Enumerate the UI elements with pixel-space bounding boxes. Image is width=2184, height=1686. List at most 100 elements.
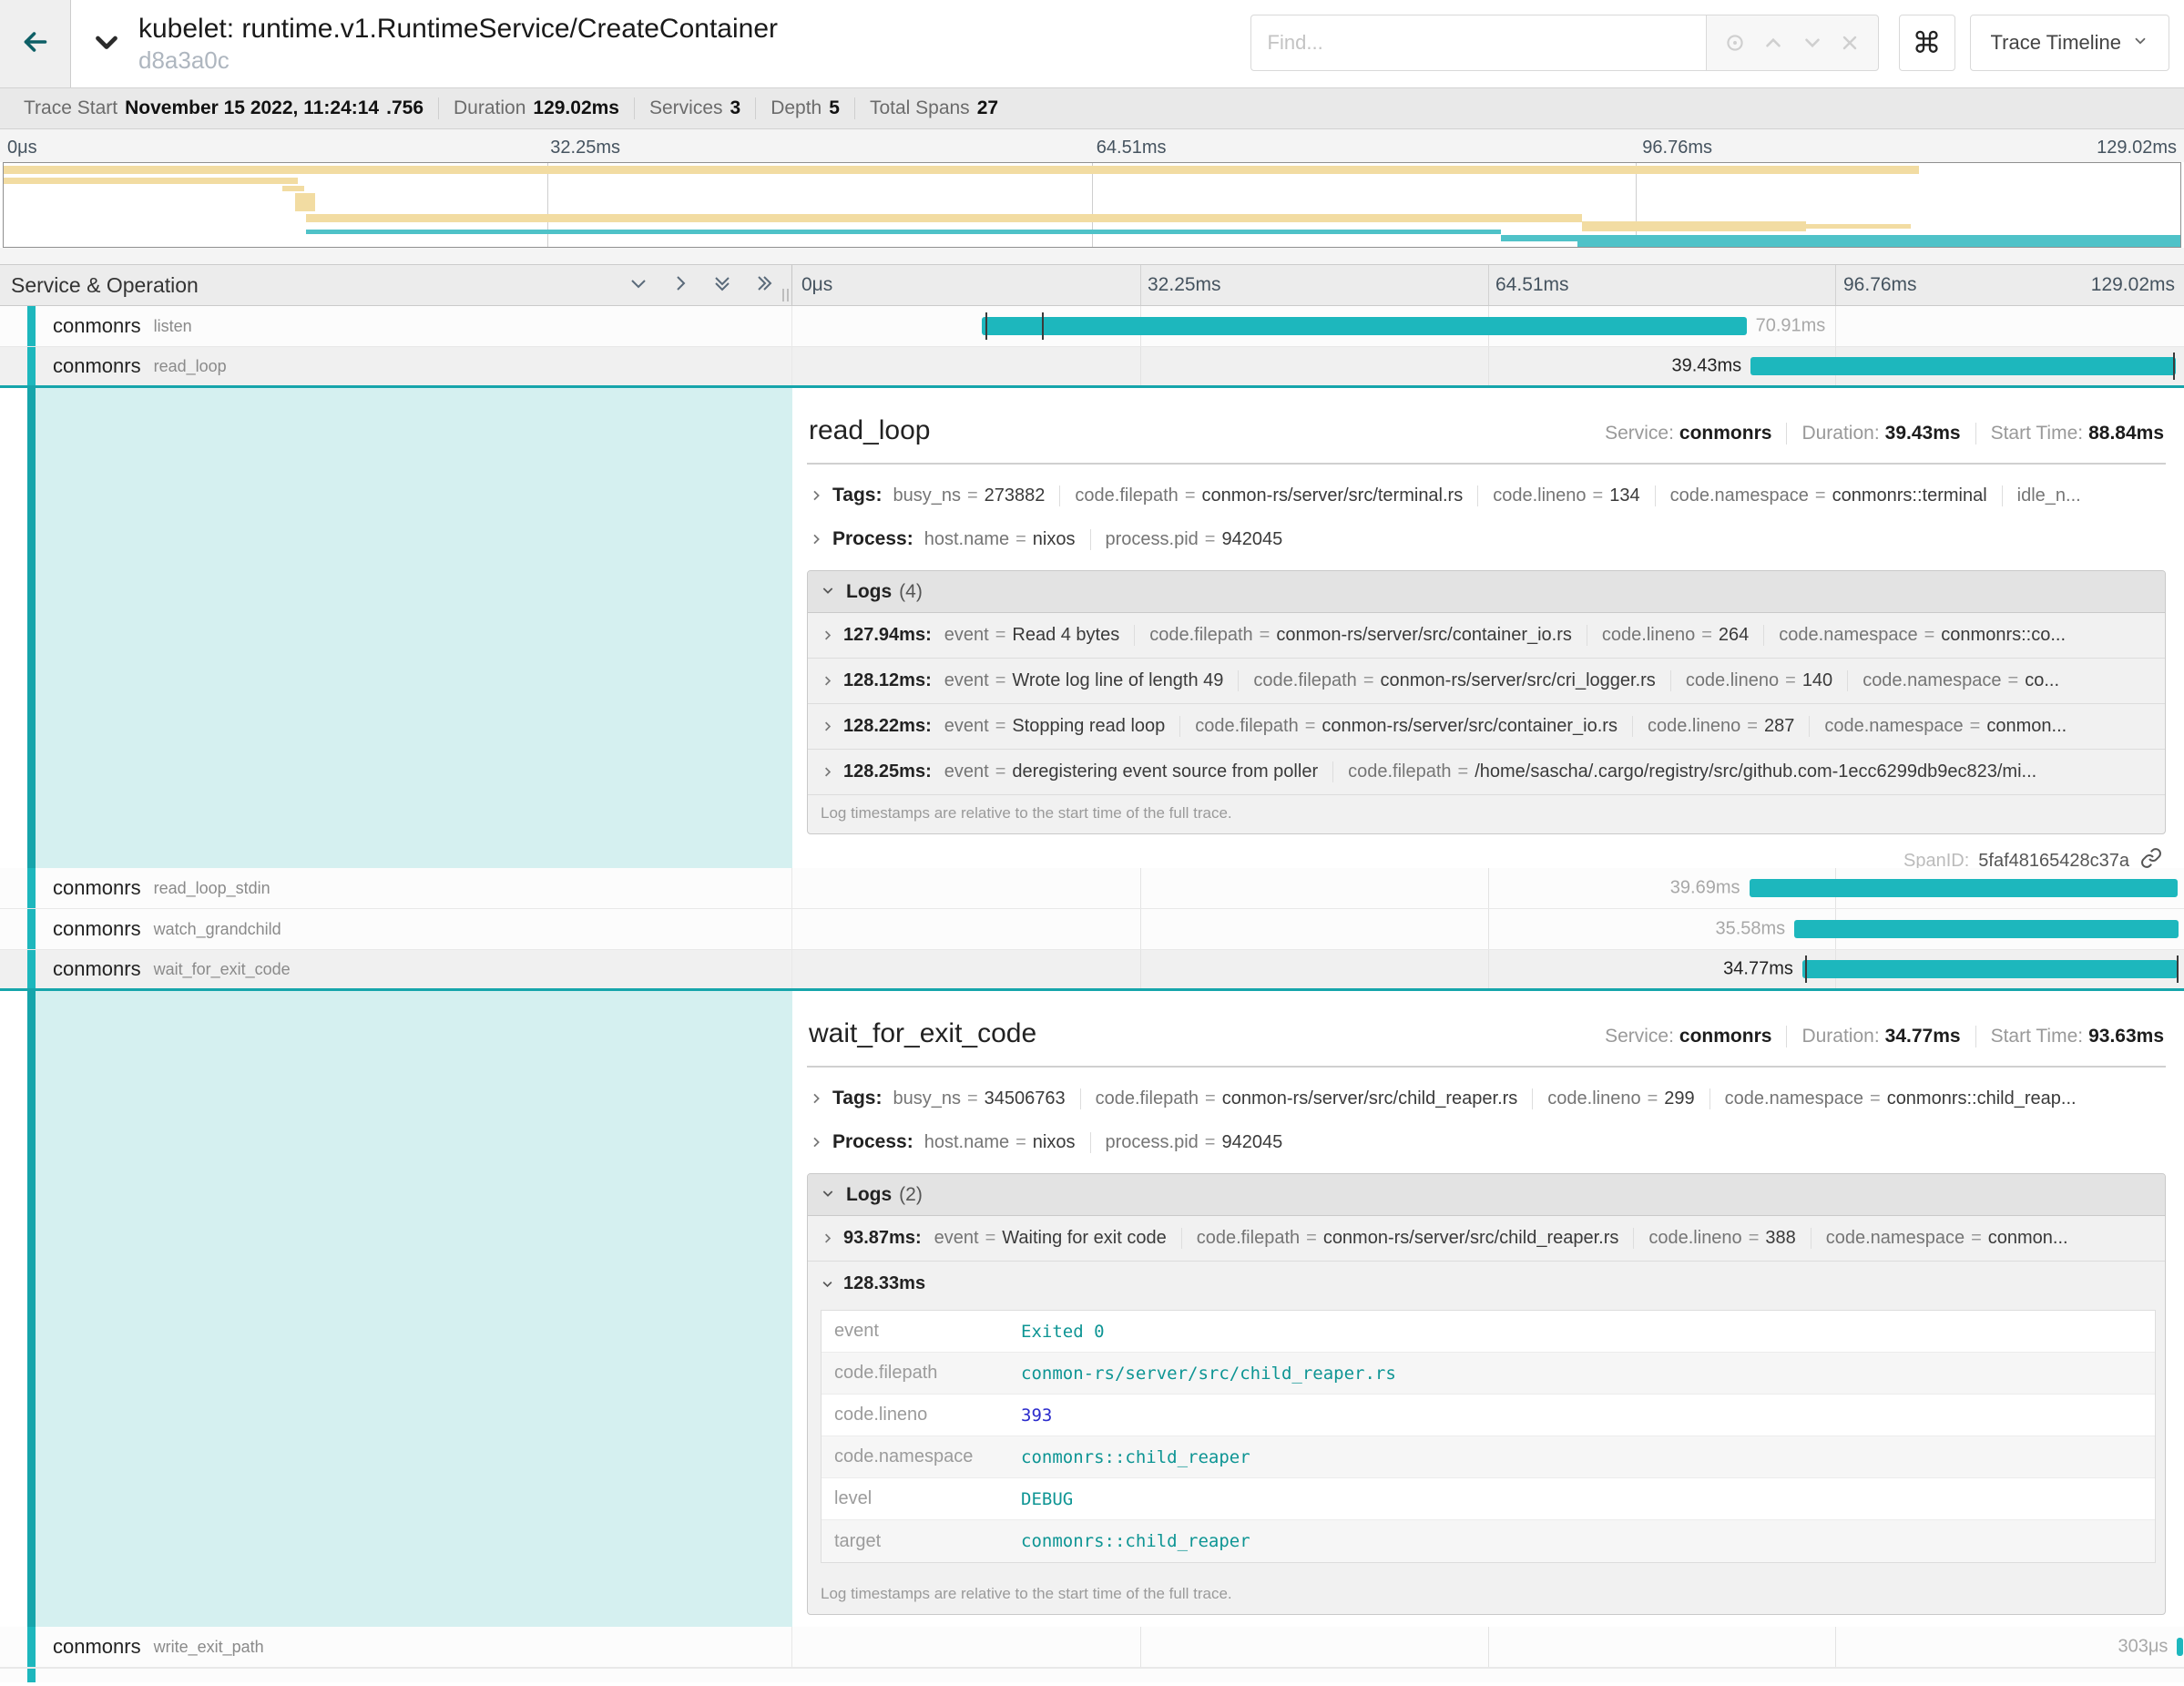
link-icon[interactable] <box>2129 847 2162 868</box>
chevron-right-icon <box>809 532 823 547</box>
prev-result-icon[interactable] <box>1761 31 1785 55</box>
logs-header[interactable]: Logs (2) <box>808 1174 2165 1216</box>
back-button[interactable] <box>0 0 71 87</box>
tick-label: 32.25ms <box>550 138 620 158</box>
process-row[interactable]: Process: host.name=nixos process.pid=942… <box>807 1120 2166 1164</box>
table-row: target conmonrs::child_reaper <box>822 1520 2155 1562</box>
next-result-icon[interactable] <box>1801 31 1824 55</box>
span-name-cell[interactable]: conmonrs watch_grandchild <box>0 909 792 949</box>
tag-chip[interactable]: code.lineno=134 <box>1477 485 1639 506</box>
log-chip: code.namespace=conmon... <box>1809 716 2067 737</box>
span-bar[interactable] <box>1750 879 2178 897</box>
column-resize-handle[interactable] <box>782 289 789 301</box>
span-name-cell[interactable]: conmonrs read_loop_stdin <box>0 868 792 908</box>
log-fields-table: event Exited 0 code.filepath conmon-rs/s… <box>821 1310 2156 1563</box>
span-row-watch-grandchild[interactable]: conmonrs watch_grandchild 35.58ms <box>0 909 2184 950</box>
detail-card: read_loop Service:conmonrs Duration:39.4… <box>792 388 2184 868</box>
span-bar[interactable] <box>1794 920 2178 938</box>
collapse-trace-toggle[interactable] <box>89 25 124 64</box>
chevron-right-icon <box>809 1091 823 1106</box>
find-tools <box>1706 15 1879 71</box>
log-row[interactable]: 127.94ms: event=Read 4 bytes code.filepa… <box>808 613 2165 659</box>
span-name-cell[interactable]: conmonrs listen <box>0 306 792 346</box>
locate-icon[interactable] <box>1723 31 1747 55</box>
span-name-cell[interactable]: conmonrs read_loop <box>0 347 792 385</box>
tag-chip[interactable]: busy_ns=273882 <box>893 485 1045 506</box>
logs-note: Log timestamps are relative to the start… <box>808 795 2165 833</box>
expand-one-icon[interactable] <box>669 272 691 299</box>
span-bar[interactable] <box>1802 960 2178 978</box>
span-bar[interactable] <box>2177 1638 2183 1656</box>
spanid-row: SpanID: 4a947cfd1ce59537 <box>807 1615 2166 1627</box>
span-lane[interactable]: 39.69ms <box>792 868 2184 908</box>
tag-chip[interactable]: code.lineno=299 <box>1532 1088 1694 1109</box>
span-bar[interactable] <box>1750 357 2176 375</box>
collapse-all-icon[interactable] <box>711 272 733 299</box>
tags-row[interactable]: Tags: busy_ns=273882 code.filepath=conmo… <box>807 474 2166 517</box>
trace-duration: Duration129.02ms <box>438 97 634 119</box>
span-duration-label: 39.69ms <box>1661 878 1750 899</box>
table-row: event Exited 0 <box>822 1311 2155 1353</box>
chevron-right-icon <box>821 674 834 688</box>
log-chip: code.filepath=/home/sascha/.cargo/regist… <box>1332 761 2036 782</box>
span-lane[interactable]: 303μs <box>792 1627 2184 1667</box>
span-operation: read_loop <box>154 357 227 376</box>
span-row-wait-for-exit-code[interactable]: conmonrs wait_for_exit_code 34.77ms <box>0 950 2184 991</box>
minimap-span-bar <box>1577 240 2180 247</box>
expand-all-icon[interactable] <box>753 272 775 299</box>
tag-chip[interactable]: idle_n... <box>2002 485 2081 506</box>
process-row[interactable]: Process: host.name=nixos process.pid=942… <box>807 517 2166 561</box>
span-lane[interactable]: 39.43ms <box>792 347 2184 385</box>
log-row[interactable]: 128.22ms: event=Stopping read loop code.… <box>808 704 2165 750</box>
span-lane[interactable]: 35.58ms <box>792 909 2184 949</box>
detail-operation-title: read_loop <box>809 415 930 446</box>
tags-row[interactable]: Tags: busy_ns=34506763 code.filepath=con… <box>807 1077 2166 1120</box>
span-row-write-exit-path[interactable]: conmonrs write_exit_path 303μs <box>0 1627 2184 1668</box>
minimap-span-bar <box>4 166 1919 174</box>
minimap-span-bar <box>295 193 315 211</box>
minimap-span-bar <box>306 230 1501 235</box>
detail-divider <box>807 463 2166 465</box>
find-input[interactable] <box>1250 15 1706 71</box>
span-bar[interactable] <box>982 317 1747 335</box>
collapse-one-icon[interactable] <box>628 272 649 299</box>
span-service: conmonrs <box>53 876 141 900</box>
find-group <box>1250 15 1879 71</box>
trace-depth: Depth5 <box>755 97 854 119</box>
span-name-cell[interactable]: conmonrs wait_for_exit_code <box>0 950 792 988</box>
span-lane[interactable]: 34.77ms <box>792 950 2184 988</box>
keyboard-shortcuts-button[interactable]: ⌘ <box>1899 15 1955 71</box>
log-row[interactable]: 128.25ms: event=deregistering event sour… <box>808 750 2165 795</box>
process-chip[interactable]: process.pid=942045 <box>1090 529 1283 550</box>
clear-search-icon[interactable] <box>1839 32 1861 54</box>
log-row[interactable]: 128.12ms: event=Wrote log line of length… <box>808 659 2165 704</box>
span-operation: wait_for_exit_code <box>154 960 291 979</box>
process-chip[interactable]: host.name=nixos <box>924 1132 1076 1153</box>
view-selector-button[interactable]: Trace Timeline <box>1970 15 2169 71</box>
tag-chip[interactable]: code.namespace=conmonrs::terminal <box>1655 485 1987 506</box>
log-row[interactable]: 93.87ms: event=Waiting for exit code cod… <box>808 1216 2165 1262</box>
trace-minimap[interactable] <box>3 162 2181 248</box>
table-row: code.lineno 393 <box>822 1395 2155 1436</box>
chevron-down-icon <box>821 581 835 603</box>
tag-chip[interactable]: code.filepath=conmon-rs/server/src/termi… <box>1059 485 1463 506</box>
span-name-cell[interactable]: conmonrs write_exit_path <box>0 1627 792 1667</box>
chevron-down-icon <box>821 1184 835 1206</box>
log-chip: code.filepath=conmon-rs/server/src/child… <box>1181 1228 1619 1249</box>
span-row-read-loop-stdin[interactable]: conmonrs read_loop_stdin 39.69ms <box>0 868 2184 909</box>
span-row-listen[interactable]: conmonrs listen 70.91ms <box>0 306 2184 347</box>
trace-start: Trace StartNovember 15 2022, 11:24:14.75… <box>9 97 438 119</box>
span-row-read-loop[interactable]: conmonrs read_loop 39.43ms <box>0 347 2184 388</box>
detail-meta: Service:conmonrs Duration:39.43ms Start … <box>1605 423 2164 444</box>
tick-label: 96.76ms <box>1642 138 1712 158</box>
tag-chip[interactable]: code.namespace=conmonrs::child_reap... <box>1709 1088 2077 1109</box>
process-chip[interactable]: process.pid=942045 <box>1090 1132 1283 1153</box>
detail-header: wait_for_exit_code Service:conmonrs Dura… <box>807 996 2166 1066</box>
tag-chip[interactable]: busy_ns=34506763 <box>893 1088 1065 1109</box>
process-chip[interactable]: host.name=nixos <box>924 529 1076 550</box>
span-lane[interactable]: 70.91ms <box>792 306 2184 346</box>
span-operation: listen <box>154 317 192 336</box>
log-row-expanded[interactable]: 128.33ms <box>808 1262 2165 1306</box>
tag-chip[interactable]: code.filepath=conmon-rs/server/src/child… <box>1080 1088 1518 1109</box>
logs-header[interactable]: Logs (4) <box>808 571 2165 613</box>
